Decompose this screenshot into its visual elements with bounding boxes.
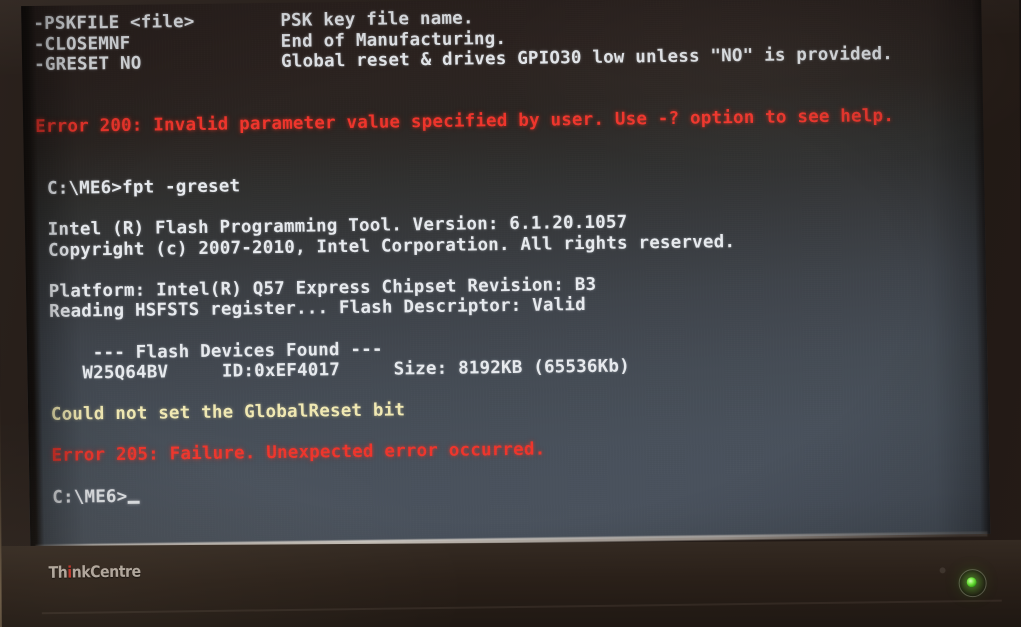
console-line-text bbox=[36, 199, 47, 219]
photograph-of-monitor: -PSKFILE <file> PSK key file name. -CLOSE… bbox=[0, 0, 1021, 627]
text-cursor bbox=[127, 500, 140, 504]
brand-prefix: Th bbox=[48, 562, 68, 582]
console-line-text bbox=[36, 158, 47, 178]
thinkcentre-logo: ThinkCentre bbox=[48, 562, 140, 582]
console-line-text: C:\ME6>fpt -greset bbox=[36, 176, 241, 199]
console-line-text: Could not set the GlobalReset bit bbox=[39, 400, 406, 426]
console-output: -PSKFILE <file> PSK key file name. -CLOSE… bbox=[33, 2, 990, 546]
console-line-text: C:\ME6> bbox=[41, 486, 128, 508]
console-line-text bbox=[35, 137, 46, 157]
power-led-indicator[interactable] bbox=[966, 577, 977, 588]
bezel-lower-panel bbox=[1, 539, 1021, 627]
console-line-text bbox=[40, 426, 51, 446]
console-line-text bbox=[34, 76, 45, 96]
console-line-text bbox=[40, 385, 51, 405]
bezel-sensor-dot bbox=[939, 567, 946, 574]
console-line-text bbox=[41, 467, 52, 487]
console-line-text bbox=[35, 96, 46, 116]
screen-surface: -PSKFILE <file> PSK key file name. -CLOSE… bbox=[21, 0, 991, 547]
console-line-text bbox=[39, 323, 50, 343]
brand-suffix: nkCentre bbox=[71, 561, 141, 582]
console-line-text bbox=[38, 261, 49, 281]
monitor-chassis: -PSKFILE <file> PSK key file name. -CLOSE… bbox=[0, 0, 1021, 627]
monitor-screen: -PSKFILE <file> PSK key file name. -CLOSE… bbox=[21, 0, 991, 547]
